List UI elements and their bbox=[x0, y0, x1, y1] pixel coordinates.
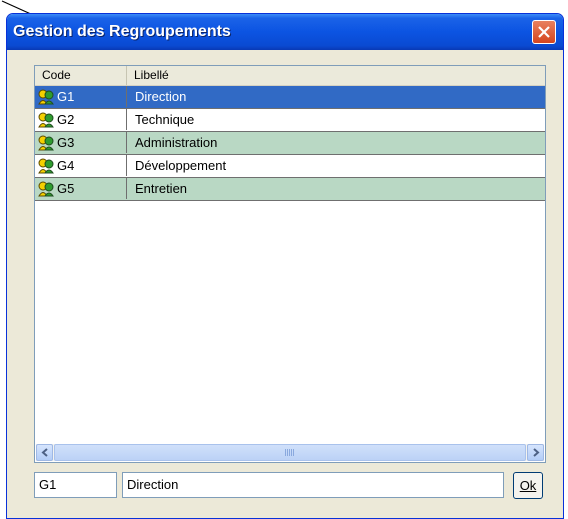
ok-label: Ok bbox=[519, 478, 537, 493]
scroll-right-button[interactable] bbox=[527, 444, 544, 461]
title-bar[interactable]: Gestion des Regroupements bbox=[7, 14, 563, 50]
chevron-right-icon bbox=[533, 448, 540, 457]
group-icon bbox=[38, 181, 54, 197]
column-header-code[interactable]: Code bbox=[35, 66, 127, 85]
code-field[interactable]: G1 bbox=[34, 472, 117, 498]
close-icon bbox=[538, 26, 550, 38]
code-text: G1 bbox=[57, 89, 75, 104]
list-item[interactable]: G2 Technique bbox=[35, 109, 545, 132]
list-item[interactable]: G5 Entretien bbox=[35, 178, 545, 201]
ok-button[interactable]: Ok bbox=[513, 472, 543, 499]
window-title: Gestion des Regroupements bbox=[13, 23, 231, 40]
libelle-text: Technique bbox=[135, 112, 195, 127]
close-button[interactable] bbox=[532, 20, 556, 44]
list-rows: G1 Direction G2 Technique G3 Administration G4… bbox=[35, 86, 545, 201]
code-text: G2 bbox=[57, 112, 75, 127]
group-icon bbox=[38, 158, 54, 174]
code-text: G4 bbox=[57, 158, 75, 173]
group-icon bbox=[38, 112, 54, 128]
list-item[interactable]: G4 Développement bbox=[35, 155, 545, 178]
scroll-thumb[interactable] bbox=[54, 444, 526, 461]
group-icon bbox=[38, 135, 54, 151]
list-item[interactable]: G3 Administration bbox=[35, 132, 545, 155]
code-text: G5 bbox=[57, 181, 75, 196]
column-header-libelle[interactable]: Libellé bbox=[127, 66, 545, 85]
libelle-text: Administration bbox=[135, 135, 218, 150]
grip-icon bbox=[285, 449, 295, 456]
code-cell: G3 bbox=[35, 132, 127, 153]
group-icon bbox=[38, 89, 54, 105]
code-cell: G1 bbox=[35, 86, 127, 107]
chevron-left-icon bbox=[41, 448, 48, 457]
libelle-text: Développement bbox=[135, 158, 227, 173]
scroll-left-button[interactable] bbox=[36, 444, 53, 461]
code-cell: G4 bbox=[35, 155, 127, 176]
dialog-content: Code Libellé G1 Direction G2 Technique G3 Adm… bbox=[10, 50, 560, 515]
code-cell: G2 bbox=[35, 109, 127, 130]
code-cell: G5 bbox=[35, 178, 127, 199]
code-text: G3 bbox=[57, 135, 75, 150]
list-header: Code Libellé bbox=[35, 66, 545, 86]
dialog-window: Gestion des Regroupements Code Libellé G… bbox=[6, 13, 564, 519]
libelle-field[interactable]: Direction bbox=[122, 472, 504, 498]
list-item[interactable]: G1 Direction bbox=[35, 86, 545, 109]
horizontal-scrollbar[interactable] bbox=[36, 444, 544, 461]
libelle-text: Direction bbox=[135, 89, 187, 104]
libelle-text: Entretien bbox=[135, 181, 188, 196]
groups-list[interactable]: Code Libellé G1 Direction G2 Technique G3 Adm… bbox=[34, 65, 546, 463]
